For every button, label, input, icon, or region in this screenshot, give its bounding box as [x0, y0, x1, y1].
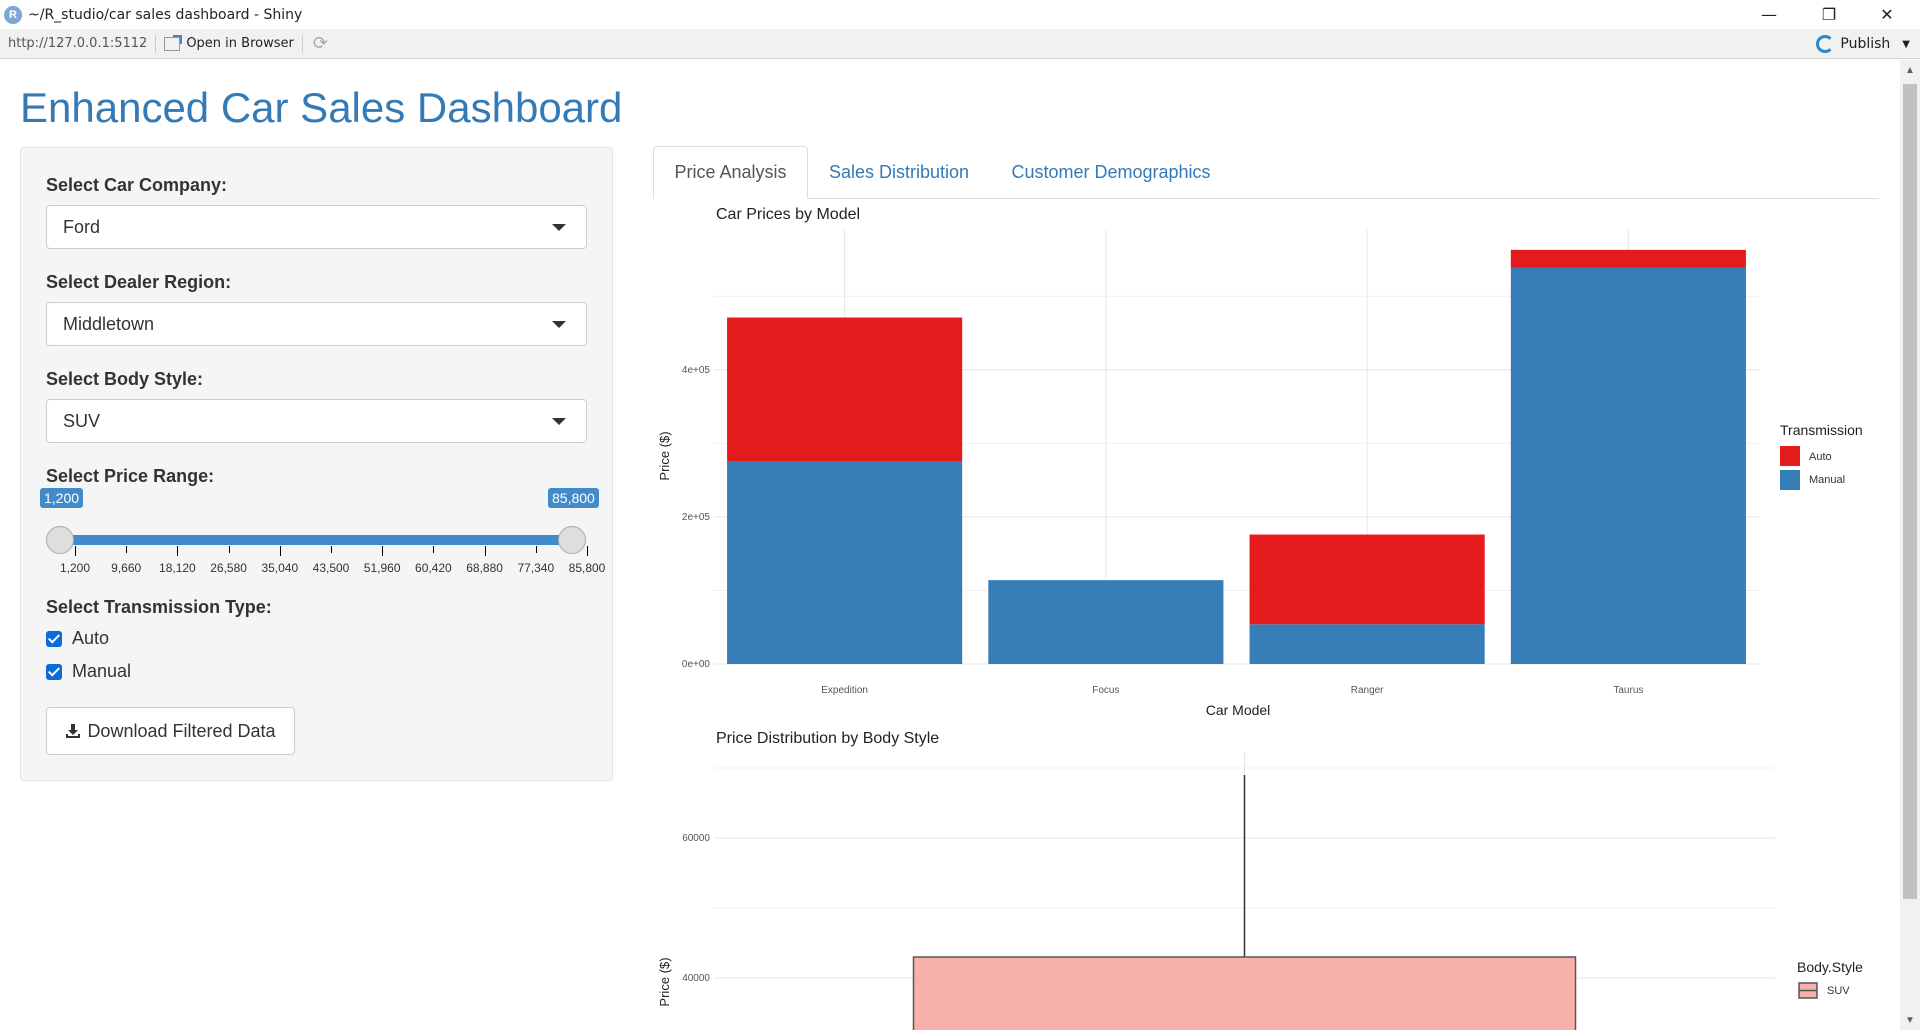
slider-tick [75, 546, 76, 556]
legend-label-auto: Auto [1809, 451, 1832, 463]
tab-customer-demographics[interactable]: Customer Demographics [1002, 146, 1220, 199]
legend-swatch-auto [1780, 446, 1800, 466]
x-axis-label: Car Model [1206, 702, 1271, 718]
r-logo-icon: R [4, 5, 22, 24]
window-titlebar: R ~/R_studio/car sales dashboard - Shiny [0, 0, 1920, 29]
publish-icon [1816, 35, 1835, 53]
slider-tick [535, 546, 537, 553]
tab-price-analysis[interactable]: Price Analysis [653, 146, 808, 199]
slider-tick [228, 546, 230, 553]
body-style-label: Select Body Style: [46, 369, 204, 389]
bar-manual-expedition [727, 461, 963, 664]
slider-min-handle[interactable] [46, 526, 74, 554]
region-select-value: Middletown [63, 313, 155, 334]
price-range-slider[interactable]: 1,200 85,800 1,200 9,660 18,120 26,580 35,04… [40, 488, 605, 575]
y-tick-label: 0e+00 [682, 659, 711, 670]
chevron-down-icon[interactable]: ▼ [1902, 39, 1910, 50]
publish-label: Publish [1840, 36, 1891, 52]
company-select[interactable]: Ford [46, 205, 587, 249]
slider-tick [382, 546, 384, 556]
auto-checkbox[interactable] [46, 630, 62, 647]
scrollbar-thumb[interactable] [1903, 84, 1917, 899]
price-range-label: Select Price Range: [46, 466, 215, 486]
legend-swatch-manual [1780, 470, 1800, 490]
download-icon [66, 724, 81, 738]
transmission-manual-option[interactable]: Manual [46, 661, 131, 682]
refresh-icon[interactable]: ⟳ [313, 33, 328, 54]
vertical-scrollbar[interactable]: ▲ ▼ [1900, 60, 1920, 1030]
legend-title: Transmission [1780, 422, 1863, 438]
restore-button[interactable]: ❐ [1800, 0, 1858, 29]
slider-min-value: 1,200 [40, 488, 84, 508]
body-style-select[interactable]: SUV [46, 399, 587, 443]
page-title: Enhanced Car Sales Dashboard [20, 84, 623, 131]
price-distribution-by-body-style-chart: Price Distribution by Body Style Price (… [657, 730, 1863, 1030]
company-select-value: Ford [63, 216, 101, 237]
bar-auto-taurus [1510, 249, 1746, 268]
y-axis-label: Price ($) [657, 431, 672, 480]
bar-auto-expedition [727, 317, 963, 462]
manual-checkbox[interactable] [46, 663, 62, 680]
manual-label: Manual [72, 661, 132, 681]
toolbar-divider [301, 34, 303, 53]
close-button[interactable]: ✕ [1858, 0, 1916, 29]
legend-title: Body.Style [1797, 959, 1863, 975]
y-tick-label: 4e+05 [682, 365, 711, 376]
chevron-down-icon [552, 224, 566, 231]
open-in-browser-button[interactable]: Open in Browser [186, 36, 294, 51]
legend-label-suv: SUV [1827, 985, 1850, 997]
box-suv [912, 956, 1577, 1030]
minimize-button[interactable]: — [1740, 0, 1798, 29]
viewer-toolbar: http://127.0.0.1:5112 Open in Browser ⟳ … [0, 29, 1920, 59]
body-style-select-value: SUV [63, 410, 101, 431]
transmission-auto-option[interactable]: Auto [46, 628, 109, 649]
company-label: Select Car Company: [46, 175, 228, 195]
slider-tick [587, 546, 588, 556]
slider-tick [433, 546, 435, 553]
slider-tick [331, 546, 332, 553]
legend-label-manual: Manual [1809, 474, 1845, 486]
tabset: Price Analysis Sales Distribution Custom… [653, 146, 1879, 199]
transmission-label: Select Transmission Type: [46, 597, 272, 617]
url-display: http://127.0.0.1:5112 [8, 36, 148, 51]
chart-title: Price Distribution by Body Style [716, 730, 939, 747]
bar-manual-ranger [1249, 624, 1485, 664]
y-tick-label: 60000 [682, 833, 710, 844]
scroll-up-icon[interactable]: ▲ [1900, 62, 1920, 80]
bar-manual-taurus [1510, 267, 1746, 664]
bar-auto-ranger [1249, 534, 1485, 625]
slider-track[interactable] [61, 535, 573, 545]
chevron-down-icon [552, 321, 566, 328]
slider-tick [484, 546, 486, 556]
auto-label: Auto [72, 628, 110, 648]
bar-manual-focus [988, 580, 1224, 664]
y-tick-label: 2e+05 [682, 512, 711, 523]
region-label: Select Dealer Region: [46, 272, 232, 292]
region-select[interactable]: Middletown [46, 302, 587, 346]
x-tick-label: Expedition [821, 685, 868, 696]
toolbar-divider [155, 34, 157, 53]
slider-max-value: 85,800 [548, 488, 599, 508]
x-tick-label: Ranger [1351, 685, 1384, 696]
slider-tick-label: 85,800 [568, 561, 606, 575]
chart-title: Car Prices by Model [716, 206, 860, 223]
tab-sales-distribution[interactable]: Sales Distribution [819, 146, 979, 199]
x-tick-label: Taurus [1613, 685, 1643, 696]
open-in-browser-icon[interactable] [164, 34, 183, 51]
slider-tick [126, 546, 128, 553]
publish-button[interactable]: Publish ▼ [1816, 29, 1910, 59]
y-tick-label: 40000 [682, 973, 710, 984]
car-prices-by-model-chart: Car Prices by Model Car Model Price ($) … [657, 206, 1863, 718]
slider-max-handle[interactable] [558, 526, 586, 554]
scroll-down-icon[interactable]: ▼ [1900, 1012, 1920, 1030]
download-button[interactable]: Download Filtered Data [46, 707, 295, 755]
window-title: ~/R_studio/car sales dashboard - Shiny [28, 6, 303, 23]
sidebar-panel: Select Car Company: Ford Select Dealer R… [20, 147, 613, 781]
x-tick-label: Focus [1092, 685, 1119, 696]
slider-tick [279, 546, 281, 556]
chevron-down-icon [552, 418, 566, 425]
y-axis-label: Price ($) [657, 957, 672, 1006]
slider-tick [177, 546, 179, 556]
download-label: Download Filtered Data [87, 720, 276, 741]
